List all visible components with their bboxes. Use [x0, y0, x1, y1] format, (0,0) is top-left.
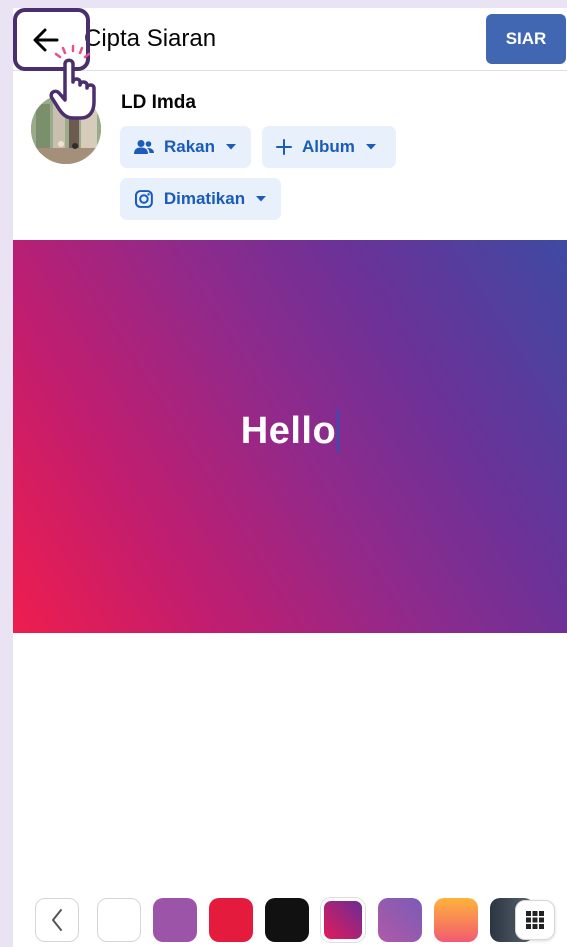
swatch-magenta-gradient[interactable] — [321, 898, 365, 942]
instagram-label: Dimatikan — [163, 189, 246, 208]
chevron-left-icon — [52, 909, 62, 931]
post-text-editor[interactable]: Hello — [240, 408, 340, 455]
grid-icon — [526, 911, 544, 929]
album-label: Album — [302, 137, 355, 156]
swatch-violet-gradient[interactable] — [378, 898, 422, 942]
page-title: Cipta Siaran — [84, 25, 217, 52]
more-backgrounds-button[interactable] — [515, 900, 555, 940]
post-background-canvas[interactable]: Hello — [13, 240, 567, 633]
caret-down-icon — [365, 144, 376, 150]
app-header: Cipta Siaran SIAR — [13, 8, 567, 71]
audience-label: Rakan — [163, 137, 216, 156]
friends-icon — [134, 140, 154, 154]
background-picker — [13, 896, 567, 947]
user-name: LD Imda — [121, 92, 196, 113]
plus-icon — [276, 139, 292, 155]
swatch-white[interactable] — [97, 898, 141, 942]
post-text: Hello — [240, 410, 337, 453]
instagram-toggle[interactable]: Dimatikan — [120, 178, 281, 220]
avatar — [31, 94, 101, 164]
text-cursor — [337, 408, 340, 453]
swatch-black[interactable] — [265, 898, 309, 942]
post-button[interactable]: SIAR — [486, 14, 566, 64]
audience-selector[interactable]: Rakan — [120, 126, 251, 168]
album-selector[interactable]: Album — [262, 126, 396, 168]
instagram-icon — [134, 190, 153, 208]
swatch-red[interactable] — [209, 898, 253, 942]
swatch-orange-gradient[interactable] — [434, 898, 478, 942]
caret-down-icon — [256, 196, 267, 202]
arrow-left-icon — [33, 28, 59, 52]
back-button[interactable] — [28, 22, 64, 58]
caret-down-icon — [226, 144, 237, 150]
swatch-purple[interactable] — [153, 898, 197, 942]
create-post-screen: Cipta Siaran SIAR LD Imda Rakan Album Di… — [13, 8, 567, 947]
previous-button[interactable] — [35, 898, 79, 942]
